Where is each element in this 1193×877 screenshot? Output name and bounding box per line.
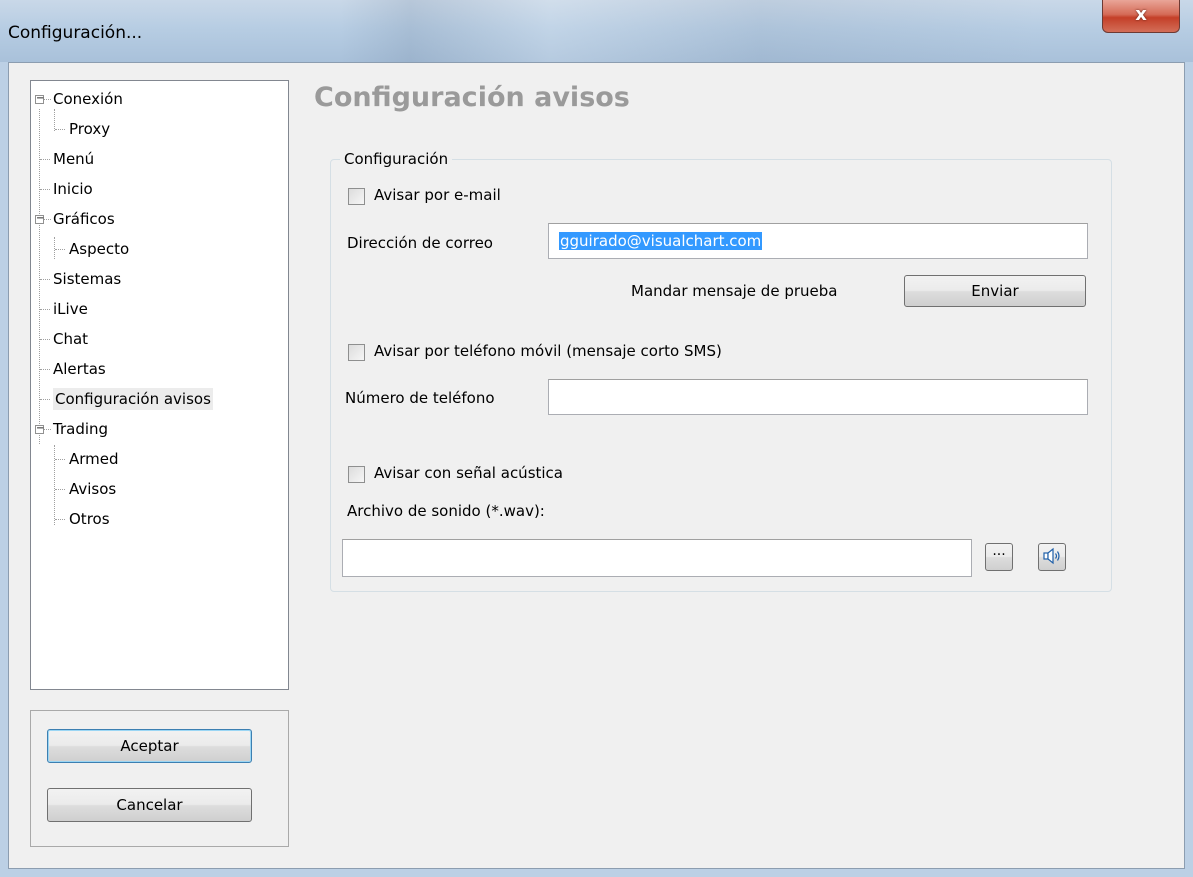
window-title: Configuración... — [8, 23, 143, 43]
tree-line — [54, 109, 55, 131]
email-address-value: gguirado@visualchart.com — [559, 232, 763, 250]
tree-item-label: Menú — [53, 150, 95, 168]
sms-alert-checkbox[interactable] — [348, 344, 365, 361]
tree-line — [40, 399, 50, 400]
phone-number-label: Número de teléfono — [345, 389, 495, 407]
title-bar-background — [340, 0, 1040, 62]
tree-line — [55, 489, 65, 490]
tree-line — [44, 219, 51, 220]
email-alert-checkbox[interactable] — [348, 188, 365, 205]
sound-alert-label: Avisar con señal acústica — [374, 464, 563, 482]
email-address-label: Dirección de correo — [347, 234, 493, 252]
send-button[interactable]: Enviar — [904, 275, 1086, 307]
tree-item-label: Sistemas — [53, 270, 122, 288]
collapse-icon[interactable]: − — [35, 424, 44, 434]
tree-line — [40, 339, 50, 340]
browse-button[interactable]: ··· — [985, 543, 1013, 571]
window-frame-bottom — [0, 869, 1193, 877]
tree-item-label: Gráficos — [53, 210, 115, 228]
tree-line — [54, 237, 55, 259]
tree-line — [55, 249, 65, 250]
test-message-label: Mandar mensaje de prueba — [631, 282, 838, 300]
tree-line — [54, 445, 55, 525]
tree-item-label: Alertas — [53, 360, 106, 378]
phone-number-field[interactable] — [548, 379, 1088, 415]
speaker-icon — [1042, 547, 1062, 572]
tree-line — [55, 459, 65, 460]
window-frame-right — [1185, 62, 1193, 877]
email-alert-label: Avisar por e-mail — [374, 186, 501, 204]
dialog-button-panel: Aceptar Cancelar — [30, 710, 289, 847]
tree-item-label: Otros — [69, 510, 110, 528]
page-title: Configuración avisos — [314, 82, 630, 113]
tree-item-label: Chat — [53, 330, 89, 348]
tree-line — [55, 129, 65, 130]
tree-line — [40, 159, 50, 160]
groupbox-title: Configuración — [340, 150, 453, 168]
tree-line — [40, 369, 50, 370]
collapse-icon[interactable]: − — [35, 214, 44, 224]
tree-item-label: Configuración avisos — [53, 388, 213, 410]
sound-file-field[interactable] — [342, 539, 972, 577]
sms-alert-label: Avisar por teléfono móvil (mensaje corto… — [374, 342, 722, 360]
tree-line — [55, 519, 65, 520]
tree-item-label: iLive — [53, 300, 88, 318]
tree-item-label: Aspecto — [69, 240, 130, 258]
tree-item-label: Proxy — [69, 120, 111, 138]
cancel-button[interactable]: Cancelar — [47, 788, 252, 822]
sound-file-label: Archivo de sonido (*.wav): — [347, 502, 545, 520]
tree-line — [44, 429, 51, 430]
tree-item-label: Avisos — [69, 480, 117, 498]
tree-line — [40, 309, 50, 310]
tree-item-label: Armed — [69, 450, 119, 468]
close-button[interactable]: x — [1102, 0, 1180, 33]
email-address-field[interactable]: gguirado@visualchart.com — [548, 223, 1088, 259]
play-sound-button[interactable] — [1038, 543, 1066, 571]
ellipsis-icon: ··· — [992, 547, 1006, 563]
tree-line — [44, 99, 51, 100]
tree-item-label: Conexión — [53, 90, 123, 108]
sound-alert-checkbox[interactable] — [348, 466, 365, 483]
window-frame-left — [0, 62, 8, 877]
accept-button[interactable]: Aceptar — [47, 729, 252, 763]
tree-item-label: Trading — [53, 420, 109, 438]
tree-line — [40, 279, 50, 280]
collapse-icon[interactable]: − — [35, 94, 44, 104]
title-bar[interactable]: Configuración... x — [0, 0, 1193, 63]
tree-line — [40, 189, 50, 190]
tree-item-label: Inicio — [53, 180, 93, 198]
settings-tree[interactable]: − Conexión Proxy Menú Inicio − Gráficos … — [30, 80, 289, 690]
